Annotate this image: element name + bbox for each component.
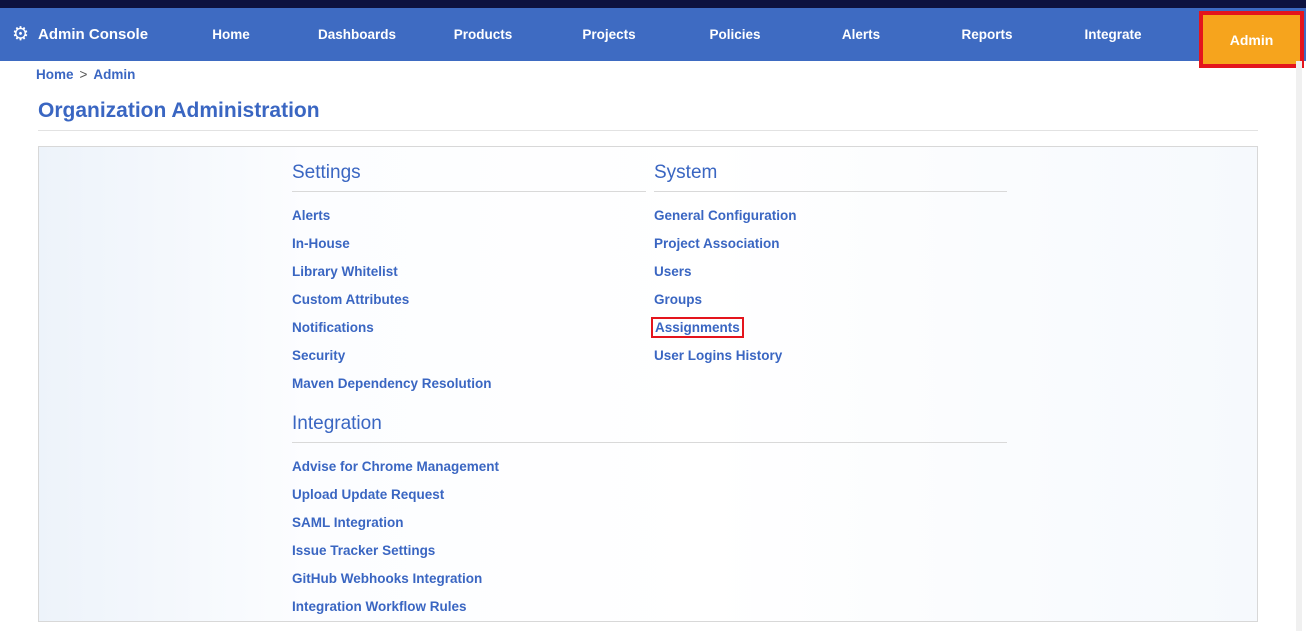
nav-item-policies[interactable]: Policies bbox=[672, 27, 798, 42]
nav-items: Home Dashboards Products Projects Policies Al… bbox=[168, 27, 1176, 42]
window-top-strip bbox=[0, 0, 1306, 8]
list-item: Issue Tracker Settings bbox=[292, 537, 646, 565]
admin-link-assignments[interactable]: Assignments bbox=[655, 320, 740, 335]
admin-link-upload-update-request[interactable]: Upload Update Request bbox=[292, 487, 444, 502]
admin-link-saml-integration[interactable]: SAML Integration bbox=[292, 515, 404, 530]
admin-link-notifications[interactable]: Notifications bbox=[292, 320, 374, 335]
nav-item-home[interactable]: Home bbox=[168, 27, 294, 42]
list-item: Integration Workflow Rules bbox=[292, 593, 646, 621]
nav-item-products[interactable]: Products bbox=[420, 27, 546, 42]
brand-admin-console[interactable]: ⚙ Admin Console bbox=[0, 25, 168, 44]
list-item: Project Association bbox=[654, 230, 1007, 258]
assignments-annotation-box: Assignments bbox=[651, 317, 744, 338]
top-navbar: ⚙ Admin Console Home Dashboards Products Pr… bbox=[0, 8, 1306, 68]
section-link-list: Alerts In-House Library Whitelist Custom At… bbox=[292, 202, 646, 398]
admin-link-security[interactable]: Security bbox=[292, 348, 345, 363]
list-item: In-House bbox=[292, 230, 646, 258]
nav-item-dashboards[interactable]: Dashboards bbox=[294, 27, 420, 42]
breadcrumb: Home > Admin bbox=[36, 67, 135, 82]
list-item: GitHub Webhooks Integration bbox=[292, 565, 646, 593]
list-item: Groups bbox=[654, 286, 1007, 314]
admin-link-users[interactable]: Users bbox=[654, 264, 692, 279]
list-item: General Configuration bbox=[654, 202, 1007, 230]
list-item: Upload Update Request bbox=[292, 481, 646, 509]
section-settings: Settings Alerts In-House Library Whitelist C… bbox=[292, 161, 646, 398]
list-item: Custom Attributes bbox=[292, 286, 646, 314]
list-item: User Logins History bbox=[654, 342, 1007, 370]
admin-link-integration-workflow-rules[interactable]: Integration Workflow Rules bbox=[292, 599, 467, 614]
admin-link-issue-tracker-settings[interactable]: Issue Tracker Settings bbox=[292, 543, 435, 558]
title-divider bbox=[38, 130, 1258, 131]
admin-link-alerts[interactable]: Alerts bbox=[292, 208, 330, 223]
admin-link-custom-attributes[interactable]: Custom Attributes bbox=[292, 292, 409, 307]
section-title-settings: Settings bbox=[292, 162, 361, 183]
section-title-integration: Integration bbox=[292, 413, 382, 434]
list-item: Maven Dependency Resolution bbox=[292, 370, 646, 398]
nav-item-projects[interactable]: Projects bbox=[546, 27, 672, 42]
admin-link-project-association[interactable]: Project Association bbox=[654, 236, 780, 251]
breadcrumb-separator: > bbox=[79, 67, 88, 82]
nav-item-integrate[interactable]: Integrate bbox=[1050, 27, 1176, 42]
admin-link-in-house[interactable]: In-House bbox=[292, 236, 350, 251]
breadcrumb-admin-link[interactable]: Admin bbox=[93, 67, 135, 82]
section-title-system: System bbox=[654, 162, 718, 183]
list-item: Assignments bbox=[651, 314, 1007, 342]
list-item: Alerts bbox=[292, 202, 646, 230]
page-title: Organization Administration bbox=[38, 99, 320, 122]
list-item: Advise for Chrome Management bbox=[292, 453, 646, 481]
section-system: System General Configuration Project Assoc… bbox=[651, 161, 1007, 370]
list-item: Users bbox=[654, 258, 1007, 286]
gear-icon: ⚙ bbox=[12, 24, 30, 45]
section-divider bbox=[654, 191, 1007, 192]
admin-link-library-whitelist[interactable]: Library Whitelist bbox=[292, 264, 398, 279]
section-link-list: Advise for Chrome Management Upload Updat… bbox=[292, 453, 646, 621]
list-item: Library Whitelist bbox=[292, 258, 646, 286]
list-item: SAML Integration bbox=[292, 509, 646, 537]
admin-link-github-webhooks-integration[interactable]: GitHub Webhooks Integration bbox=[292, 571, 482, 586]
brand-label: Admin Console bbox=[38, 26, 149, 43]
list-item: Security bbox=[292, 342, 646, 370]
scrollbar-track[interactable] bbox=[1296, 61, 1302, 631]
section-divider bbox=[292, 442, 1007, 443]
nav-item-reports[interactable]: Reports bbox=[924, 27, 1050, 42]
section-link-list: General Configuration Project Association… bbox=[651, 202, 1007, 370]
section-integration: Integration Advise for Chrome Management U… bbox=[292, 412, 1007, 621]
admin-link-advise-for-chrome-management[interactable]: Advise for Chrome Management bbox=[292, 459, 499, 474]
admin-link-maven-dependency-resolution[interactable]: Maven Dependency Resolution bbox=[292, 376, 492, 391]
list-item: Notifications bbox=[292, 314, 646, 342]
admin-link-general-configuration[interactable]: General Configuration bbox=[654, 208, 797, 223]
breadcrumb-home-link[interactable]: Home bbox=[36, 67, 74, 82]
section-divider bbox=[292, 191, 646, 192]
admin-nav-button[interactable]: Admin bbox=[1203, 15, 1300, 64]
admin-link-user-logins-history[interactable]: User Logins History bbox=[654, 348, 782, 363]
admin-console-screen: ⚙ Admin Console Home Dashboards Products Pr… bbox=[0, 0, 1306, 631]
nav-item-alerts[interactable]: Alerts bbox=[798, 27, 924, 42]
admin-panel: Settings Alerts In-House Library Whitelist C… bbox=[38, 146, 1258, 622]
admin-link-groups[interactable]: Groups bbox=[654, 292, 702, 307]
sections-grid: Settings Alerts In-House Library Whitelist C… bbox=[292, 161, 1257, 621]
admin-annotation-box: Admin bbox=[1199, 11, 1304, 68]
